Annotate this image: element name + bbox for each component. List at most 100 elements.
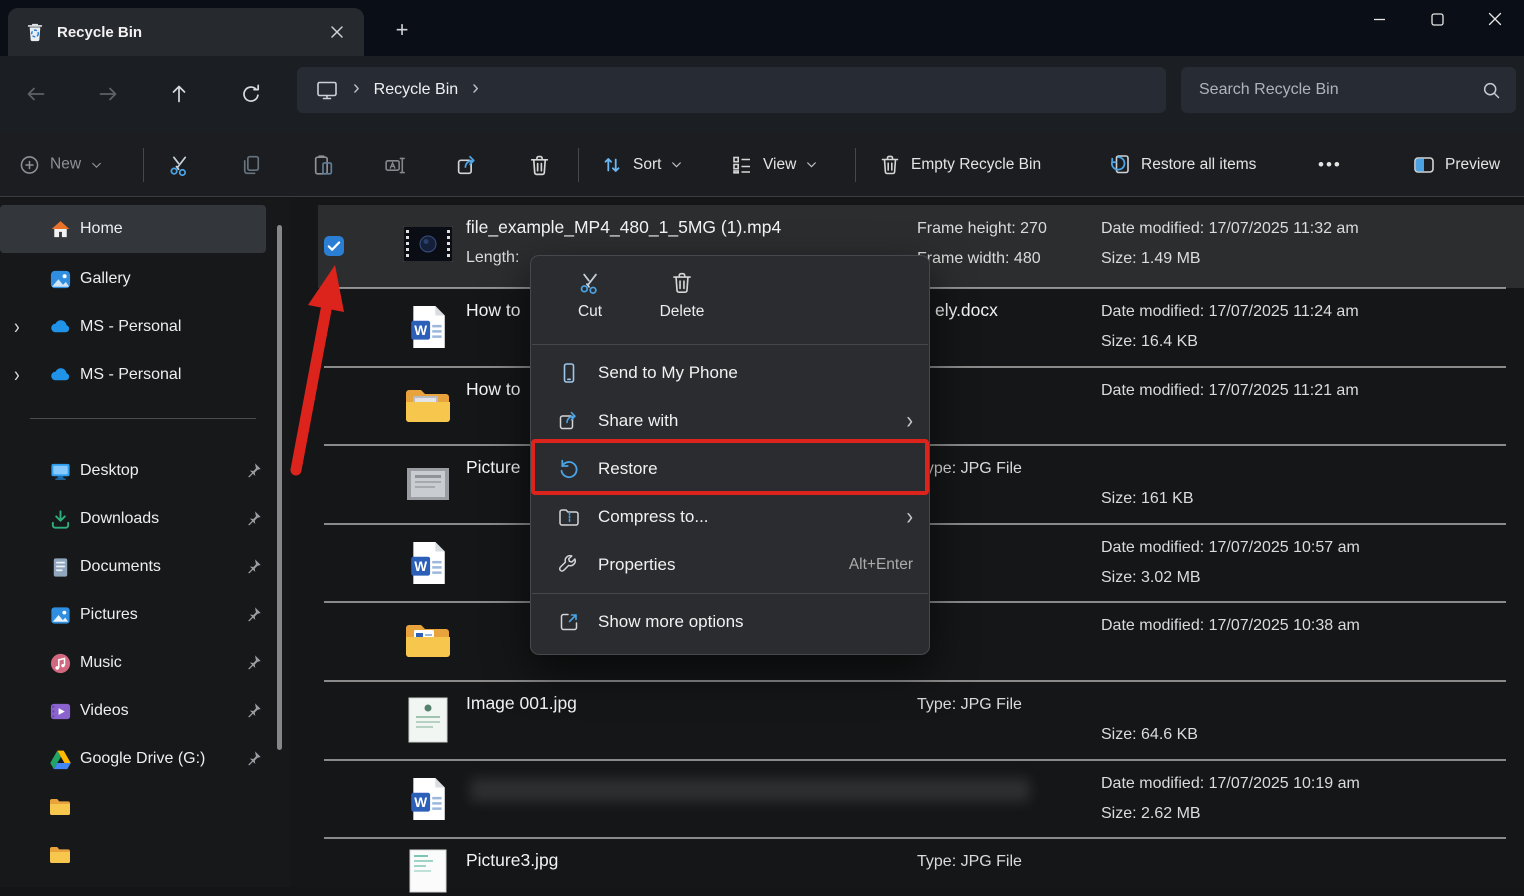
menu-item-show-more-options[interactable]: Show more options xyxy=(531,598,929,646)
sort-button[interactable]: Sort xyxy=(600,153,683,177)
share-button[interactable] xyxy=(445,143,489,187)
sidebar-item-gallery[interactable]: Gallery xyxy=(0,255,266,303)
toolbar-separator xyxy=(855,148,856,182)
cut-icon xyxy=(577,270,603,296)
sidebar-item-label: Documents xyxy=(80,558,161,576)
file-size: Size: 3.02 MB xyxy=(1101,569,1201,587)
sidebar-item-music[interactable]: Music xyxy=(0,639,266,687)
preview-button[interactable]: Preview xyxy=(1412,153,1500,177)
submenu-chevron-icon: › xyxy=(906,503,913,531)
sidebar-item-pictures[interactable]: Pictures xyxy=(0,591,266,639)
breadcrumb-chevron-icon[interactable]: › xyxy=(472,78,479,98)
maximize-button[interactable] xyxy=(1408,0,1466,38)
sidebar-item-downloads[interactable]: Downloads xyxy=(0,495,266,543)
close-window-button[interactable] xyxy=(1466,0,1524,38)
red-arrow-annotation xyxy=(282,252,366,484)
sidebar-item-videos[interactable]: Videos xyxy=(0,687,266,735)
monitor-icon[interactable] xyxy=(315,78,339,102)
file-row-picture3[interactable]: Picture3.jpg Type: JPG File xyxy=(318,838,1524,887)
svg-text:W: W xyxy=(414,559,427,574)
file-name-start: How to xyxy=(466,379,520,400)
gallery-icon xyxy=(48,267,72,291)
rename-button[interactable] xyxy=(373,143,417,187)
svg-text:W: W xyxy=(414,795,427,810)
new-tab-button[interactable]: + xyxy=(386,14,418,46)
file-size: Size: 64.6 KB xyxy=(1101,726,1198,744)
file-size: Size: 1.49 MB xyxy=(1101,250,1201,268)
word-file-icon: W xyxy=(402,302,454,352)
context-cut-button[interactable]: Cut xyxy=(557,270,623,344)
search-icon[interactable] xyxy=(1481,80,1502,101)
sidebar-item-label: Music xyxy=(80,654,122,672)
refresh-button[interactable] xyxy=(229,72,273,116)
paste-button[interactable] xyxy=(301,143,345,187)
share-icon xyxy=(557,409,581,433)
video-file-icon xyxy=(402,219,454,269)
view-button-label: View xyxy=(763,156,796,174)
sidebar-item-folder[interactable] xyxy=(0,831,266,879)
up-button[interactable] xyxy=(157,72,201,116)
menu-item-share-with[interactable]: Share with › xyxy=(531,397,929,445)
pin-icon xyxy=(244,558,262,576)
menu-item-compress-to[interactable]: Compress to... › xyxy=(531,493,929,541)
file-row-image001[interactable]: Image 001.jpg Type: JPG File Size: 64.6 … xyxy=(318,681,1524,760)
file-meta: Frame width: 480 xyxy=(917,250,1041,268)
file-date-modified: Date modified: 17/07/2025 10:38 am xyxy=(1101,617,1360,635)
file-type: Type: JPG File xyxy=(917,460,1022,478)
submenu-chevron-icon: › xyxy=(906,407,913,435)
breadcrumb-chevron-icon[interactable]: › xyxy=(353,78,360,98)
delete-button[interactable] xyxy=(517,143,561,187)
chevron-right-icon[interactable]: › xyxy=(14,315,20,340)
search-input[interactable] xyxy=(1199,81,1481,99)
chevron-right-icon[interactable]: › xyxy=(14,363,20,388)
tab-close-icon[interactable] xyxy=(322,17,352,47)
sidebar: Home Gallery › MS - Personal › MS - Pers… xyxy=(0,198,290,887)
toolbar-separator xyxy=(578,148,579,182)
forward-button[interactable] xyxy=(86,72,130,116)
pin-icon xyxy=(244,510,262,528)
file-name: file_example_MP4_480_1_5MG (1).mp4 xyxy=(466,217,781,238)
empty-recycle-bin-button[interactable]: Empty Recycle Bin xyxy=(878,153,1041,177)
copy-button[interactable] xyxy=(229,143,273,187)
file-explorer-window: Recycle Bin + xyxy=(0,0,1524,887)
menu-item-send-to-my-phone[interactable]: Send to My Phone xyxy=(531,349,929,397)
documents-icon xyxy=(48,555,72,579)
phone-icon xyxy=(557,361,581,385)
sidebar-item-folder[interactable] xyxy=(0,783,266,831)
new-button[interactable]: New xyxy=(18,153,103,176)
see-more-button[interactable]: ••• xyxy=(1318,155,1342,175)
sidebar-item-onedrive-1[interactable]: › MS - Personal xyxy=(0,303,266,351)
google-drive-icon xyxy=(48,747,72,771)
cut-button[interactable] xyxy=(157,143,201,187)
file-meta: Frame height: 270 xyxy=(917,220,1047,238)
word-file-icon: W xyxy=(402,774,454,824)
breadcrumb-location[interactable]: Recycle Bin xyxy=(374,81,458,99)
sidebar-item-home[interactable]: Home xyxy=(0,205,266,253)
context-delete-button[interactable]: Delete xyxy=(649,270,715,344)
file-date-modified: Date modified: 17/07/2025 10:19 am xyxy=(1101,775,1360,793)
recycle-bin-icon xyxy=(24,21,46,43)
sidebar-item-google-drive[interactable]: Google Drive (G:) xyxy=(0,735,266,783)
new-button-label: New xyxy=(50,156,81,174)
view-button[interactable]: View xyxy=(730,153,818,177)
sidebar-item-documents[interactable]: Documents xyxy=(0,543,266,591)
empty-recycle-bin-label: Empty Recycle Bin xyxy=(911,156,1041,174)
back-button[interactable] xyxy=(14,72,58,116)
menu-item-properties[interactable]: Properties Alt+Enter xyxy=(531,541,929,589)
toolbar-separator xyxy=(143,148,144,182)
file-date-modified: Date modified: 17/07/2025 11:32 am xyxy=(1101,220,1359,238)
sidebar-item-desktop[interactable]: Desktop xyxy=(0,447,266,495)
sidebar-item-onedrive-2[interactable]: › MS - Personal xyxy=(0,351,266,399)
sidebar-divider xyxy=(30,418,256,419)
minimize-button[interactable] xyxy=(1350,0,1408,38)
tab-title: Recycle Bin xyxy=(57,24,142,41)
home-icon xyxy=(48,217,72,241)
tab-recycle-bin[interactable]: Recycle Bin xyxy=(8,8,364,56)
onedrive-cloud-icon xyxy=(48,315,72,339)
search-box[interactable] xyxy=(1181,67,1516,113)
restore-all-items-button[interactable]: Restore all items xyxy=(1108,153,1256,177)
sidebar-item-label: Desktop xyxy=(80,462,139,480)
file-date-modified: Date modified: 17/07/2025 11:24 am xyxy=(1101,303,1359,321)
file-name: Picture3.jpg xyxy=(466,850,558,871)
file-row-docx-redacted[interactable]: W Date modified: 17/07/2025 10:19 am Siz… xyxy=(318,760,1524,839)
